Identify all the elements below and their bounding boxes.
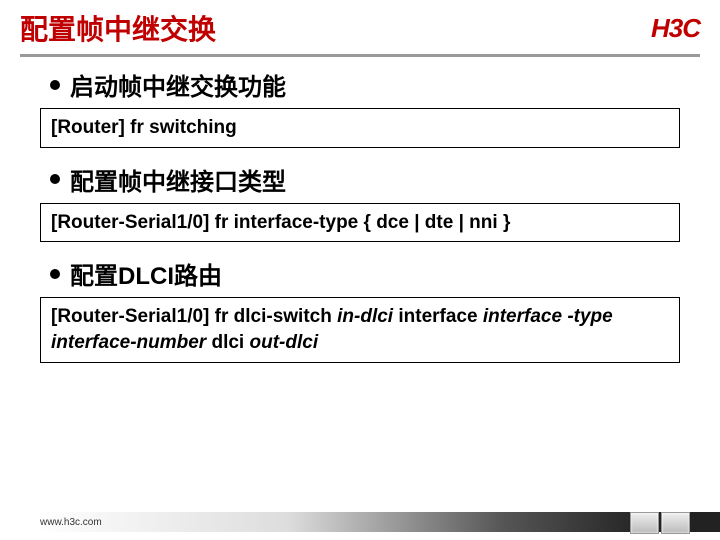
cmd3-mid1: interface: [393, 306, 483, 327]
bullet-icon: [50, 80, 60, 90]
pager-prev-icon[interactable]: [630, 512, 659, 534]
footer-pager: [630, 512, 690, 534]
cmd3-arg1: in-dlci: [337, 306, 393, 327]
bullet-text-3: 配置DLCI路由: [70, 256, 222, 291]
command-box-1: [Router] fr switching: [40, 108, 680, 148]
cmd3-mid2: dlci: [206, 332, 249, 353]
pager-next-icon[interactable]: [661, 512, 690, 534]
command-text-2: [Router-Serial1/0] fr interface-type { d…: [51, 212, 510, 233]
header: 配置帧中继交换 H3C: [20, 8, 700, 57]
command-box-3: [Router-Serial1/0] fr dlci-switch in-dlc…: [40, 297, 680, 362]
bullet-icon: [50, 269, 60, 279]
slide-title: 配置帧中继交换: [20, 8, 216, 48]
bullet-item-1: 启动帧中继交换功能: [50, 67, 700, 102]
bullet-item-2: 配置帧中继接口类型: [50, 162, 700, 197]
command-text-1: [Router] fr switching: [51, 117, 237, 138]
bullet-text-1: 启动帧中继交换功能: [70, 67, 286, 102]
slide: 配置帧中继交换 H3C 启动帧中继交换功能 [Router] fr switch…: [0, 0, 720, 540]
bullet-text-2: 配置帧中继接口类型: [70, 162, 286, 197]
footer-url: www.h3c.com: [40, 517, 102, 528]
footer-bar: www.h3c.com: [0, 512, 720, 532]
bullet-icon: [50, 174, 60, 184]
cmd3-pre: [Router-Serial1/0] fr dlci-switch: [51, 306, 337, 327]
bullet-item-3: 配置DLCI路由: [50, 256, 700, 291]
brand-logo: H3C: [651, 13, 700, 44]
command-box-2: [Router-Serial1/0] fr interface-type { d…: [40, 203, 680, 243]
cmd3-arg3: out-dlci: [250, 332, 319, 353]
